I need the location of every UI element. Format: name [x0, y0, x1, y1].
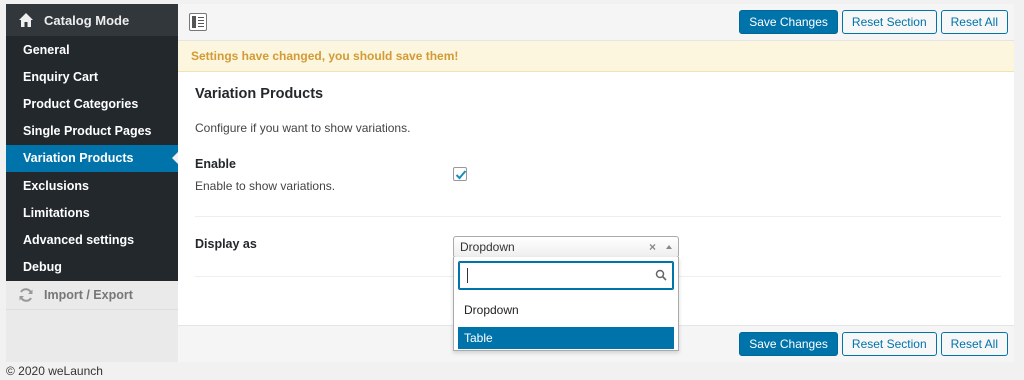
- dropdown-option-table[interactable]: Table: [458, 327, 674, 349]
- import-export-label: Import / Export: [44, 287, 133, 302]
- bottom-button-group: Save Changes Reset Section Reset All: [739, 332, 1008, 356]
- sidebar-item-enquiry-cart[interactable]: Enquiry Cart: [6, 63, 178, 90]
- home-icon: [19, 13, 33, 27]
- enable-label: Enable: [195, 157, 236, 171]
- display-as-label: Display as: [195, 237, 257, 251]
- display-as-selected-value: Dropdown: [460, 240, 515, 254]
- sidebar-item-debug[interactable]: Debug: [6, 254, 178, 281]
- sidebar-item-advanced-settings[interactable]: Advanced settings: [6, 226, 178, 253]
- display-as-select[interactable]: Dropdown ×: [453, 236, 679, 258]
- layout-toggle-icon[interactable]: [189, 13, 207, 31]
- copyright-footer: © 2020 weLaunch: [6, 364, 103, 378]
- field-row-display-as: Display as Dropdown × Dropdown Table: [195, 217, 1001, 351]
- save-changes-button-bottom[interactable]: Save Changes: [739, 332, 838, 356]
- sidebar-title: Catalog Mode: [44, 12, 130, 28]
- dropdown-option-dropdown[interactable]: Dropdown: [458, 299, 674, 321]
- enable-checkbox[interactable]: [453, 167, 467, 181]
- settings-sidebar: Catalog Mode General Enquiry Cart Produc…: [6, 4, 178, 362]
- sidebar-item-import-export[interactable]: Import / Export: [6, 280, 178, 310]
- section-title: Variation Products: [195, 86, 324, 102]
- enable-description: Enable to show variations.: [195, 179, 336, 193]
- sidebar-header[interactable]: Catalog Mode: [6, 4, 178, 36]
- top-button-group: Save Changes Reset Section Reset All: [739, 10, 1008, 34]
- clear-selection-icon[interactable]: ×: [649, 240, 656, 254]
- sidebar-item-variation-products[interactable]: Variation Products: [6, 144, 178, 172]
- sidebar-item-limitations[interactable]: Limitations: [6, 199, 178, 226]
- search-icon: [655, 269, 667, 281]
- sidebar-item-general[interactable]: General: [6, 36, 178, 63]
- sidebar-item-product-categories[interactable]: Product Categories: [6, 90, 178, 117]
- chevron-up-icon: [666, 245, 672, 249]
- checkmark-icon: [455, 170, 467, 180]
- display-as-dropdown: Dropdown Table: [453, 257, 679, 351]
- section-description: Configure if you want to show variations…: [195, 121, 411, 135]
- reset-all-button-top[interactable]: Reset All: [940, 10, 1008, 34]
- refresh-icon: [19, 287, 33, 302]
- sidebar-item-single-product-pages[interactable]: Single Product Pages: [6, 118, 178, 145]
- sidebar-menu: General Enquiry Cart Product Categories …: [6, 36, 178, 281]
- reset-all-button-bottom[interactable]: Reset All: [940, 332, 1008, 356]
- reset-section-button-top[interactable]: Reset Section: [841, 10, 937, 34]
- section-content: Variation Products Configure if you want…: [178, 86, 1014, 351]
- dropdown-search: [458, 261, 674, 290]
- sidebar-item-exclusions[interactable]: Exclusions: [6, 172, 178, 199]
- reset-section-button-bottom[interactable]: Reset Section: [841, 332, 937, 356]
- save-changes-button-top[interactable]: Save Changes: [739, 10, 838, 34]
- text-cursor: [467, 268, 468, 283]
- field-row-enable: Enable Enable to show variations.: [195, 155, 1001, 217]
- top-toolbar: Save Changes Reset Section Reset All: [178, 4, 1014, 41]
- unsaved-changes-notice: Settings have changed, you should save t…: [178, 41, 1014, 72]
- dropdown-search-input[interactable]: [463, 262, 643, 289]
- settings-panel: Save Changes Reset Section Reset All Set…: [178, 4, 1014, 362]
